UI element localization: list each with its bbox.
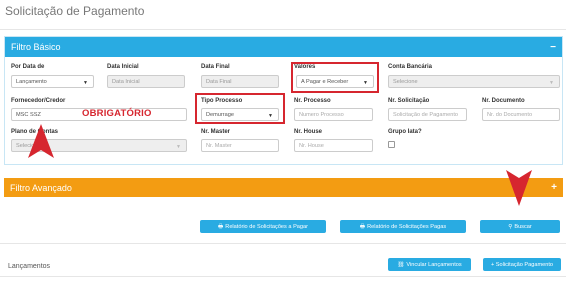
fornecedor-label: Fornecedor/Credor bbox=[11, 98, 66, 104]
grupo-iata-checkbox[interactable] bbox=[388, 141, 395, 148]
nr-documento-placeholder: Nr. do Documento bbox=[487, 111, 533, 118]
valores-highlight bbox=[291, 62, 379, 93]
data-inicial-label: Data Inicial bbox=[107, 64, 139, 70]
buscar-button[interactable]: ⚲ Buscar bbox=[480, 220, 560, 233]
relatorio-pagas-label: Relatório de Solicitações Pagas bbox=[367, 223, 447, 230]
nr-documento-label: Nr. Documento bbox=[482, 98, 525, 104]
advanced-filter-header[interactable]: Filtro Avançado + bbox=[4, 178, 563, 197]
basic-filter-title: Filtro Básico bbox=[11, 42, 61, 52]
advanced-filter-panel: Filtro Avançado + bbox=[4, 178, 563, 197]
por-data-select[interactable]: Lançamento ▼ bbox=[11, 75, 94, 88]
nr-master-field[interactable]: Nr. Master bbox=[201, 139, 279, 152]
vincular-label: Vincular Lançamentos bbox=[406, 261, 462, 268]
nr-solicitacao-label: Nr. Solicitação bbox=[388, 98, 430, 104]
data-inicial-field[interactable]: Data Inicial bbox=[107, 75, 185, 88]
por-data-value: Lançamento bbox=[16, 78, 47, 85]
relatorio-pagas-button[interactable]: 🖶 Relatório de Solicitações Pagas bbox=[340, 220, 466, 233]
page-title: Solicitação de Pagamento bbox=[5, 4, 145, 18]
basic-filter-header[interactable]: Filtro Básico − bbox=[5, 37, 562, 57]
data-inicial-placeholder: Data Inicial bbox=[112, 78, 140, 85]
print-icon: 🖶 bbox=[218, 223, 224, 230]
conta-bancaria-label: Conta Bancária bbox=[388, 64, 433, 70]
tipo-processo-highlight bbox=[195, 93, 285, 124]
nova-solicitacao-label: + Solicitação Pagamento bbox=[490, 261, 554, 268]
nr-solicitacao-placeholder: Solicitação de Pagamento bbox=[393, 111, 458, 118]
link-icon: ⛓ bbox=[397, 261, 405, 268]
nr-solicitacao-field[interactable]: Solicitação de Pagamento bbox=[388, 108, 467, 121]
nr-documento-field[interactable]: Nr. do Documento bbox=[482, 108, 560, 121]
grupo-iata-label: Grupo Iata? bbox=[388, 129, 422, 135]
vincular-lancamentos-button[interactable]: ⛓ Vincular Lançamentos bbox=[388, 258, 471, 271]
nova-solicitacao-button[interactable]: + Solicitação Pagamento bbox=[483, 258, 561, 271]
annotation-arrow-down-icon bbox=[506, 170, 532, 206]
fornecedor-value: MSC SSZ bbox=[16, 111, 41, 118]
search-icon: ⚲ bbox=[508, 223, 513, 230]
data-final-label: Data Final bbox=[201, 64, 230, 70]
por-data-label: Por Data de bbox=[11, 64, 45, 70]
nr-master-label: Nr. Master bbox=[201, 129, 231, 135]
caret-down-icon: ▼ bbox=[176, 144, 181, 150]
conta-bancaria-select[interactable]: Selecione ▼ bbox=[388, 75, 560, 88]
nr-house-field[interactable]: Nr. House bbox=[294, 139, 373, 152]
caret-down-icon: ▼ bbox=[83, 80, 88, 86]
nr-processo-field[interactable]: Numero Processo bbox=[294, 108, 373, 121]
caret-down-icon: ▼ bbox=[549, 80, 554, 86]
advanced-filter-title: Filtro Avançado bbox=[10, 182, 72, 193]
bottom-divider bbox=[0, 276, 566, 277]
nr-processo-placeholder: Numero Processo bbox=[299, 111, 344, 118]
nr-house-placeholder: Nr. House bbox=[299, 142, 324, 149]
buscar-label: Buscar bbox=[514, 223, 532, 230]
obrigatorio-annotation: OBRIGATÓRIO bbox=[82, 108, 152, 119]
lancamentos-title: Lançamentos bbox=[8, 263, 51, 270]
data-final-placeholder: Data Final bbox=[206, 78, 232, 85]
conta-bancaria-placeholder: Selecione bbox=[393, 78, 418, 85]
relatorio-pagar-label: Relatório de Solicitações a Pagar bbox=[225, 223, 308, 230]
print-icon: 🖶 bbox=[359, 223, 366, 230]
section-divider bbox=[0, 243, 566, 244]
relatorio-pagar-button[interactable]: 🖶 Relatório de Solicitações a Pagar bbox=[200, 220, 326, 233]
nr-master-placeholder: Nr. Master bbox=[206, 142, 232, 149]
nr-processo-label: Nr. Processo bbox=[294, 98, 331, 104]
annotation-arrow-up-icon bbox=[28, 124, 54, 158]
nr-house-label: Nr. House bbox=[294, 129, 323, 135]
expand-icon[interactable]: + bbox=[551, 182, 557, 193]
title-divider bbox=[0, 29, 566, 30]
collapse-icon[interactable]: − bbox=[550, 42, 556, 53]
data-final-field[interactable]: Data Final bbox=[201, 75, 279, 88]
